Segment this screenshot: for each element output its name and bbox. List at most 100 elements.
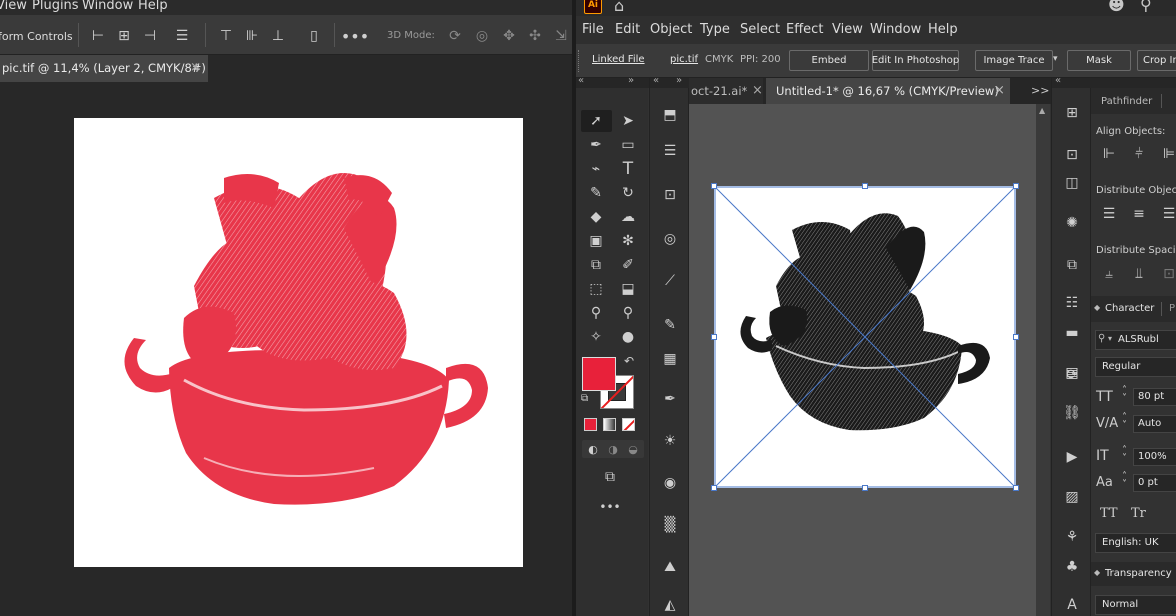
font-size-field[interactable]: 80 pt bbox=[1133, 388, 1176, 406]
ps-menu-plugins[interactable]: Plugins bbox=[32, 0, 79, 13]
swatches-panel-icon[interactable]: ⧉ bbox=[1058, 254, 1086, 276]
selection-handle-bl[interactable] bbox=[711, 485, 717, 491]
pattern-panel-icon[interactable]: ▒ bbox=[656, 514, 684, 536]
linked-image-bounding-box[interactable] bbox=[714, 186, 1016, 488]
ps-document-tab[interactable]: pic.tif @ 11,4% (Layer 2, CMYK/8#) × bbox=[0, 55, 208, 82]
tabs-overflow-button[interactable]: >> bbox=[1031, 84, 1049, 97]
leading-field[interactable]: Auto bbox=[1133, 415, 1176, 433]
graphic-styles-panel-icon[interactable]: ◎ bbox=[656, 228, 684, 250]
3d-scale-icon[interactable]: ⇲ bbox=[550, 27, 572, 45]
transform-panel-icon[interactable]: ⊞ bbox=[1058, 102, 1086, 124]
draw-behind-icon[interactable]: ◑ bbox=[604, 440, 622, 458]
distribute-extra-icon[interactable]: ⊡ bbox=[1157, 264, 1176, 284]
align-right-icon[interactable]: ⊫ bbox=[1157, 144, 1176, 164]
embed-button[interactable]: Embed bbox=[789, 50, 869, 71]
rectangle-tool-icon[interactable]: ▭ bbox=[614, 134, 642, 156]
puppet-warp-tool-icon[interactable]: ✻ bbox=[614, 230, 642, 252]
align-bottom-edges-icon[interactable]: ⊥ bbox=[268, 27, 288, 45]
align-left-edges-icon[interactable]: ⊢ bbox=[88, 27, 108, 45]
collapse-tools-icon[interactable]: « bbox=[578, 75, 584, 86]
align-right-edges-icon[interactable]: ⊣ bbox=[140, 27, 160, 45]
edit-in-photoshop-button[interactable]: Edit In Photoshop bbox=[872, 50, 959, 71]
ai-menu-file[interactable]: File bbox=[582, 22, 604, 37]
layers-panel-icon[interactable]: ⬒ bbox=[656, 104, 684, 126]
ai-menu-help[interactable]: Help bbox=[928, 22, 958, 37]
distribute-vcenter-icon[interactable]: ≡ bbox=[1127, 204, 1151, 224]
ai-menu-view[interactable]: View bbox=[832, 22, 863, 37]
eyedropper-tool-icon[interactable]: ✐ bbox=[614, 254, 642, 276]
puppet-panel-icon[interactable]: ⚘ bbox=[1058, 526, 1086, 548]
navigator-panel-icon[interactable]: ◉ bbox=[656, 472, 684, 494]
3d-orbit-icon[interactable]: ⟳ bbox=[444, 27, 466, 45]
color-guide-panel-icon[interactable]: ✺ bbox=[1058, 212, 1086, 234]
align-top-edges-icon[interactable]: ⊤ bbox=[216, 27, 236, 45]
glyphs-panel-icon[interactable]: A bbox=[1058, 594, 1086, 616]
3d-roll-icon[interactable]: ◎ bbox=[471, 27, 493, 45]
linked-file-link[interactable]: Linked File bbox=[592, 54, 645, 65]
selection-handle-tr[interactable] bbox=[1013, 183, 1019, 189]
more-options-icon[interactable]: ••• bbox=[341, 27, 369, 46]
symbols-panel-icon[interactable]: ✒ bbox=[656, 388, 684, 410]
draw-inside-icon[interactable]: ◒ bbox=[624, 440, 642, 458]
all-caps-button[interactable]: TT bbox=[1100, 506, 1118, 521]
horizontal-scale-field[interactable]: 100% bbox=[1133, 448, 1176, 466]
ai-tab-untitled-close-icon[interactable]: × bbox=[994, 83, 1005, 98]
distribute-bottom-icon[interactable]: ☰ bbox=[1157, 204, 1176, 224]
right-collapse-icon[interactable]: « bbox=[1055, 75, 1061, 86]
gradient-panel-icon[interactable]: ▨ bbox=[1058, 486, 1086, 508]
eraser-tool-icon[interactable]: ◆ bbox=[582, 206, 610, 228]
selection-handle-bc[interactable] bbox=[862, 485, 868, 491]
collapse-panels-icon[interactable]: » bbox=[676, 75, 682, 86]
search-icon[interactable]: ⚲ bbox=[1140, 0, 1152, 13]
align-panel-icon[interactable]: ⊡ bbox=[1058, 144, 1086, 166]
linked-file-name[interactable]: pic.tif bbox=[670, 54, 698, 65]
transparency-panel-header[interactable]: ◆ Transparency bbox=[1091, 562, 1176, 586]
ps-menu-view[interactable]: View bbox=[0, 0, 27, 13]
font-size-stepper-icon[interactable]: ˄ ˅ bbox=[1122, 386, 1127, 404]
none-mode-button[interactable] bbox=[622, 418, 635, 431]
type-tool-icon[interactable]: T bbox=[614, 158, 642, 180]
distribute-icon[interactable]: ☰ bbox=[172, 27, 192, 45]
gradient-tool-icon[interactable]: ▣ bbox=[582, 230, 610, 252]
stroke-panel-icon[interactable]: ✎ bbox=[656, 314, 684, 336]
warp-tool-icon[interactable]: ☁ bbox=[614, 206, 642, 228]
3d-slide-icon[interactable]: ✣ bbox=[524, 27, 546, 45]
crop-image-button[interactable]: Crop Ima bbox=[1137, 50, 1176, 71]
pathfinder-tab[interactable]: Pathfinder bbox=[1101, 96, 1152, 107]
paragraph-tab[interactable]: P bbox=[1169, 303, 1175, 314]
free-transform-tool-icon[interactable]: ⬓ bbox=[614, 278, 642, 300]
selection-handle-mr[interactable] bbox=[1013, 334, 1019, 340]
image-panel-icon[interactable]: ⛰ bbox=[656, 556, 684, 578]
ruler-panel-icon[interactable]: ▦ bbox=[656, 348, 684, 370]
edit-toolbar-icon[interactable]: ••• bbox=[596, 498, 624, 516]
perspective-panel-icon[interactable]: ◭ bbox=[656, 594, 684, 616]
align-center-icon[interactable]: ⫩ bbox=[1127, 144, 1151, 164]
color-mode-button[interactable] bbox=[584, 418, 597, 431]
brushes-panel-icon[interactable]: ⟋ bbox=[656, 270, 684, 292]
ps-menu-help[interactable]: Help bbox=[138, 0, 168, 13]
align-left-icon[interactable]: ⊩ bbox=[1097, 144, 1121, 164]
selection-handle-tc[interactable] bbox=[862, 183, 868, 189]
default-fill-stroke-icon[interactable]: ⧉ bbox=[581, 393, 588, 404]
symbols-library-icon[interactable]: ♣ bbox=[1058, 556, 1086, 578]
fill-swatch[interactable] bbox=[582, 357, 616, 391]
home-icon[interactable]: ⌂ bbox=[614, 0, 624, 14]
selection-handle-tl[interactable] bbox=[711, 183, 717, 189]
expand-panels-icon[interactable]: « bbox=[653, 75, 659, 86]
ai-menu-object[interactable]: Object bbox=[650, 22, 692, 37]
leading-stepper-icon[interactable]: ˄ ˅ bbox=[1122, 413, 1127, 431]
appearance-panel-icon[interactable]: ☰ bbox=[656, 140, 684, 162]
account-icon[interactable]: ☻ bbox=[1108, 0, 1125, 13]
ai-vertical-scrollbar[interactable]: ▲ bbox=[1036, 104, 1050, 616]
selection-handle-br[interactable] bbox=[1013, 485, 1019, 491]
ai-menu-effect[interactable]: Effect bbox=[786, 22, 823, 37]
ai-menu-window[interactable]: Window bbox=[870, 22, 921, 37]
artboards-panel-icon[interactable]: ⊡ bbox=[656, 184, 684, 206]
links-panel-icon[interactable]: ⛓ bbox=[1058, 402, 1086, 424]
rotate-tool-icon[interactable]: ↻ bbox=[614, 182, 642, 204]
distribute-hspacing-icon[interactable]: ⫫ bbox=[1127, 264, 1151, 284]
artboard-tool-icon[interactable]: ⬚ bbox=[582, 278, 610, 300]
ps-transform-controls-label[interactable]: form Controls bbox=[0, 30, 73, 43]
screen-mode-icon[interactable]: ⧉ bbox=[596, 466, 624, 488]
tracking-field[interactable]: 0 pt bbox=[1133, 474, 1176, 492]
